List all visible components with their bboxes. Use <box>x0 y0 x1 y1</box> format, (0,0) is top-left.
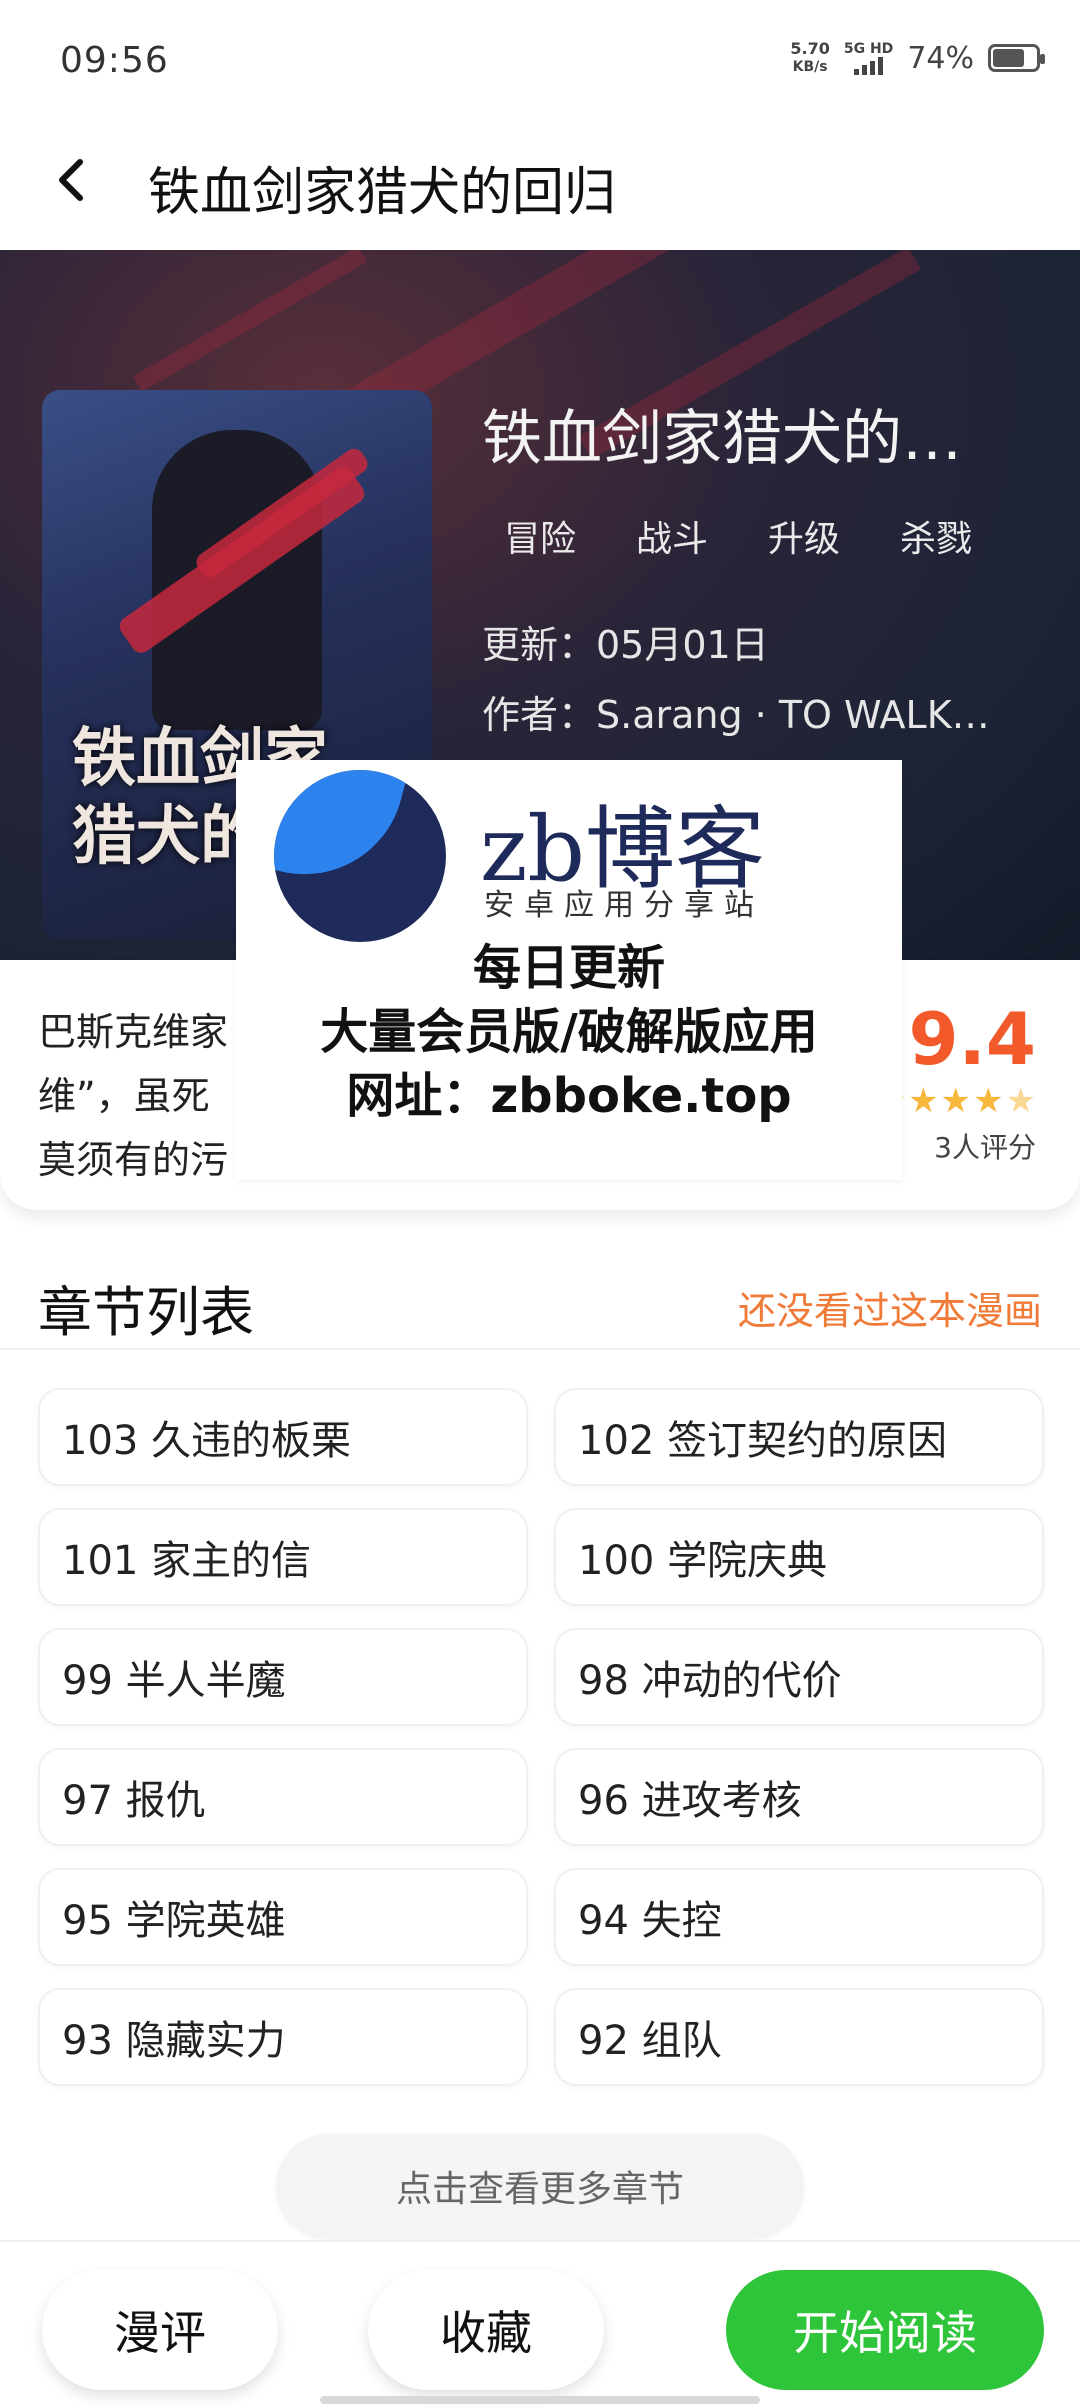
signal-icon: 5G HD <box>844 41 893 75</box>
star-icon: ★ <box>973 1081 1004 1121</box>
signal-bars-icon <box>854 57 884 75</box>
comic-meta: 更新：05月01日 作者：S.arang · TO WALK… <box>482 610 990 750</box>
chapter-item[interactable]: 92 组队 <box>554 1988 1044 2086</box>
chapter-item[interactable]: 102 签订契约的原因 <box>554 1388 1044 1486</box>
start-reading-button[interactable]: 开始阅读 <box>726 2270 1044 2390</box>
battery-icon <box>988 44 1045 72</box>
status-indicators: 5.70 KB/s 5G HD 74% <box>790 40 1045 76</box>
network-speed: 5.70 KB/s <box>790 40 829 76</box>
tag[interactable]: 杀戮 <box>900 510 972 562</box>
reading-status-link[interactable]: 还没看过这本漫画 <box>738 1280 1042 1335</box>
page-title: 铁血剑家猎犬的回归 <box>148 163 617 223</box>
tag[interactable]: 升级 <box>768 510 840 562</box>
network-speed-value: 5.70 <box>790 39 830 58</box>
watermark-subtitle: 安卓应用分享站 <box>484 888 764 923</box>
status-time: 09:56 <box>60 40 169 81</box>
tag[interactable]: 战斗 <box>636 510 708 562</box>
home-indicator[interactable] <box>320 2396 760 2404</box>
watermark-line: 大量会员版/破解版应用 <box>320 1004 818 1060</box>
app-header: 铁血剑家猎犬的回归 <box>0 120 1080 250</box>
hero-background-art <box>132 250 368 392</box>
tag[interactable]: 冒险 <box>504 510 576 562</box>
watermark-text: 每日更新 大量会员版/破解版应用 网址：zbboke.top <box>236 936 902 1128</box>
chapter-item[interactable]: 96 进攻考核 <box>554 1748 1044 1846</box>
back-button[interactable] <box>44 150 104 210</box>
chapter-item[interactable]: 103 久违的板栗 <box>38 1388 528 1486</box>
half-star-icon: ★ <box>1005 1081 1036 1121</box>
author: 作者：S.arang · TO WALK… <box>482 693 990 737</box>
chapter-section-header: 章节列表 还没看过这本漫画 <box>0 1246 1080 1350</box>
bottom-action-bar: 漫评 收藏 开始阅读 <box>0 2240 1080 2408</box>
tag-list: 冒险 战斗 升级 杀戮 <box>504 510 972 562</box>
star-icon: ★ <box>908 1081 939 1121</box>
watermark-line: 网址：zbboke.top <box>346 1068 792 1124</box>
favorite-button[interactable]: 收藏 <box>368 2270 604 2390</box>
network-speed-unit: KB/s <box>792 59 828 75</box>
chapter-item[interactable]: 101 家主的信 <box>38 1508 528 1606</box>
update-date: 更新：05月01日 <box>482 623 769 667</box>
comic-title: 铁血剑家猎犬的… <box>482 404 962 474</box>
watermark-line: 每日更新 <box>472 940 665 996</box>
chapter-grid: 103 久违的板栗 102 签订契约的原因 101 家主的信 100 学院庆典 … <box>38 1388 1044 2086</box>
chapter-item[interactable]: 98 冲动的代价 <box>554 1628 1044 1726</box>
battery-percent: 74% <box>907 40 974 76</box>
star-icon: ★ <box>940 1081 972 1121</box>
watermark-overlay: zb博客 安卓应用分享站 每日更新 大量会员版/破解版应用 网址：zbboke.… <box>236 760 902 1180</box>
network-type: 5G HD <box>843 41 894 57</box>
chapter-item[interactable]: 100 学院庆典 <box>554 1508 1044 1606</box>
chapter-list-title: 章节列表 <box>38 1281 254 1344</box>
chapter-item[interactable]: 94 失控 <box>554 1868 1044 1966</box>
comments-button[interactable]: 漫评 <box>42 2270 278 2390</box>
chapter-item[interactable]: 99 半人半魔 <box>38 1628 528 1726</box>
back-arrow-icon <box>59 159 83 201</box>
battery-fill <box>993 49 1024 67</box>
status-bar: 09:56 5.70 KB/s 5G HD 74% <box>0 0 1080 120</box>
more-chapters-button[interactable]: 点击查看更多章节 <box>276 2134 804 2238</box>
chapter-item[interactable]: 95 学院英雄 <box>38 1868 528 1966</box>
chapter-item[interactable]: 97 报仇 <box>38 1748 528 1846</box>
chapter-item[interactable]: 93 隐藏实力 <box>38 1988 528 2086</box>
watermark-logo-icon <box>274 770 446 942</box>
